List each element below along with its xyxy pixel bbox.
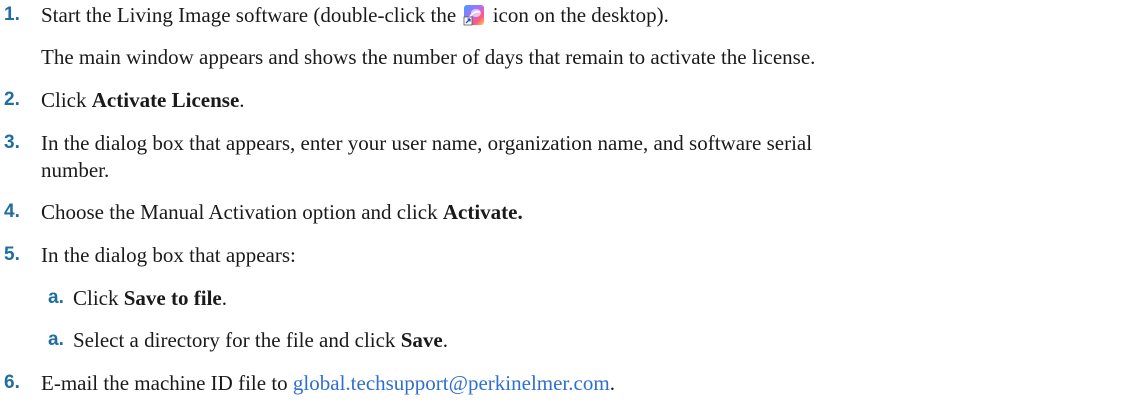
step-3-continuation: number. — [41, 158, 110, 182]
instruction-page: 1. Start the Living Image software (doub… — [4, 3, 816, 395]
step-number: 2. — [4, 89, 20, 110]
step-text-suffix: icon on the desktop). — [492, 3, 669, 27]
step-number: 4. — [4, 201, 20, 222]
substep-letter: a. — [48, 329, 64, 350]
living-image-icon — [463, 4, 485, 26]
substep-letter: a. — [48, 287, 64, 308]
activate-license-label: Activate License — [91, 88, 240, 112]
step-number: 6. — [4, 372, 20, 393]
step-text: Click — [73, 286, 124, 310]
step-text: Start the Living Image software (double-… — [41, 3, 457, 27]
step-text: In the dialog box that appears: — [41, 243, 296, 267]
step-text: Choose the Manual Activation option and … — [41, 200, 443, 224]
step-text: Click — [41, 88, 92, 112]
activate-label: Activate. — [442, 200, 523, 224]
support-email-link[interactable]: global.techsupport@perkinelmer.com — [293, 371, 610, 395]
save-to-file-label: Save to file — [123, 286, 222, 310]
step-number: 5. — [4, 244, 20, 265]
step-text: Select a directory for the file and clic… — [73, 328, 401, 352]
save-label: Save — [400, 328, 443, 352]
step-number: 1. — [4, 4, 20, 25]
step-text: E-mail the machine ID file to — [41, 371, 293, 395]
step-number: 3. — [4, 132, 20, 153]
step-text: In the dialog box that appears, enter yo… — [41, 131, 813, 155]
step-1-continuation: The main window appears and shows the nu… — [41, 45, 816, 69]
